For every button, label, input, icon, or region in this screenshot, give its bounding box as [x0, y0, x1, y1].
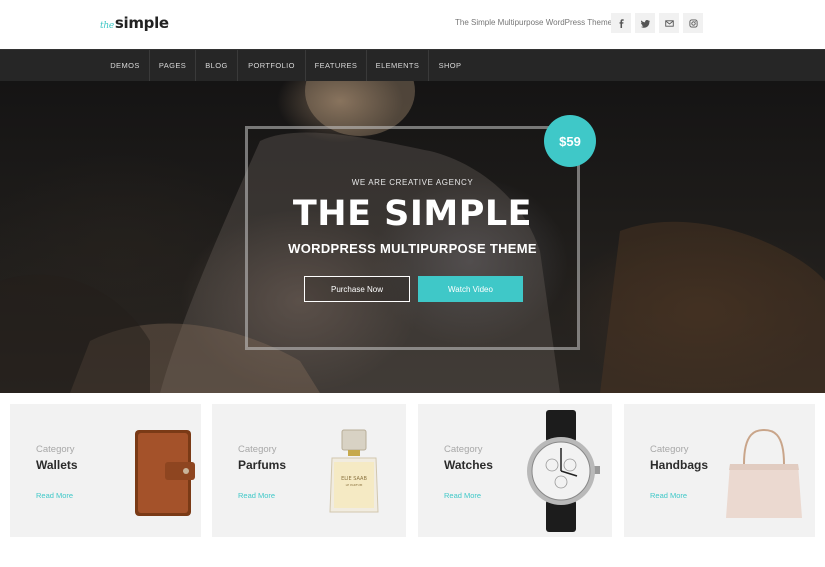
watch-video-button[interactable]: Watch Video	[418, 276, 523, 302]
instagram-icon	[688, 18, 698, 28]
read-more-link[interactable]: Read More	[238, 491, 275, 500]
email-icon	[664, 19, 674, 27]
hero-title: THE SIMPLE	[292, 194, 533, 234]
read-more-link[interactable]: Read More	[650, 491, 687, 500]
nav-item-shop[interactable]: SHOP	[429, 50, 471, 81]
category-card-watches[interactable]: Category Watches Read More	[418, 404, 612, 537]
nav-item-portfolio[interactable]: PORTFOLIO	[238, 50, 305, 81]
svg-text:ELIE SAAB: ELIE SAAB	[341, 476, 367, 482]
twitter-button[interactable]	[635, 13, 655, 33]
nav-item-elements[interactable]: ELEMENTS	[367, 50, 428, 81]
category-label: Category	[650, 444, 689, 455]
category-name: Watches	[444, 458, 493, 472]
category-name: Handbags	[650, 458, 709, 472]
top-bar: thesimple The Simple Multipurpose WordPr…	[0, 0, 825, 49]
site-logo[interactable]: thesimple	[100, 14, 169, 32]
category-label: Category	[238, 444, 277, 455]
twitter-icon	[640, 19, 650, 28]
nav-item-blog[interactable]: BLOG	[196, 50, 237, 81]
email-button[interactable]	[659, 13, 679, 33]
hero-banner: WE ARE CREATIVE AGENCY THE SIMPLE WORDPR…	[0, 81, 825, 393]
nav-item-demos[interactable]: DEMOS	[101, 50, 149, 81]
read-more-link[interactable]: Read More	[36, 491, 73, 500]
perfume-bottle-image: ELIE SAAB LE PARFUM	[329, 429, 379, 513]
instagram-button[interactable]	[683, 13, 703, 33]
wallet-image	[135, 430, 195, 516]
price-badge: $59	[544, 115, 596, 167]
site-tagline: The Simple Multipurpose WordPress Theme	[455, 18, 613, 27]
category-card-parfums[interactable]: Category Parfums Read More ELIE SAAB LE …	[212, 404, 406, 537]
hero-tagline: WORDPRESS MULTIPURPOSE THEME	[288, 241, 537, 256]
handbag-image	[726, 428, 802, 518]
category-card-wallets[interactable]: Category Wallets Read More	[10, 404, 201, 537]
category-card-handbags[interactable]: Category Handbags Read More	[624, 404, 815, 537]
purchase-now-button[interactable]: Purchase Now	[304, 276, 410, 302]
svg-text:LE PARFUM: LE PARFUM	[346, 483, 363, 487]
watch-image	[527, 410, 600, 532]
category-label: Category	[444, 444, 483, 455]
nav-item-features[interactable]: FEATURES	[306, 50, 366, 81]
facebook-button[interactable]	[611, 13, 631, 33]
hero-subtitle: WE ARE CREATIVE AGENCY	[351, 178, 474, 187]
category-label: Category	[36, 444, 75, 455]
category-name: Wallets	[36, 458, 78, 472]
category-name: Parfums	[238, 458, 287, 472]
read-more-link[interactable]: Read More	[444, 491, 481, 500]
hero-frame	[245, 126, 580, 350]
main-nav: DEMOS PAGES BLOG PORTFOLIO FEATURES ELEM…	[0, 49, 825, 81]
facebook-icon	[619, 18, 624, 28]
nav-item-pages[interactable]: PAGES	[150, 50, 195, 81]
